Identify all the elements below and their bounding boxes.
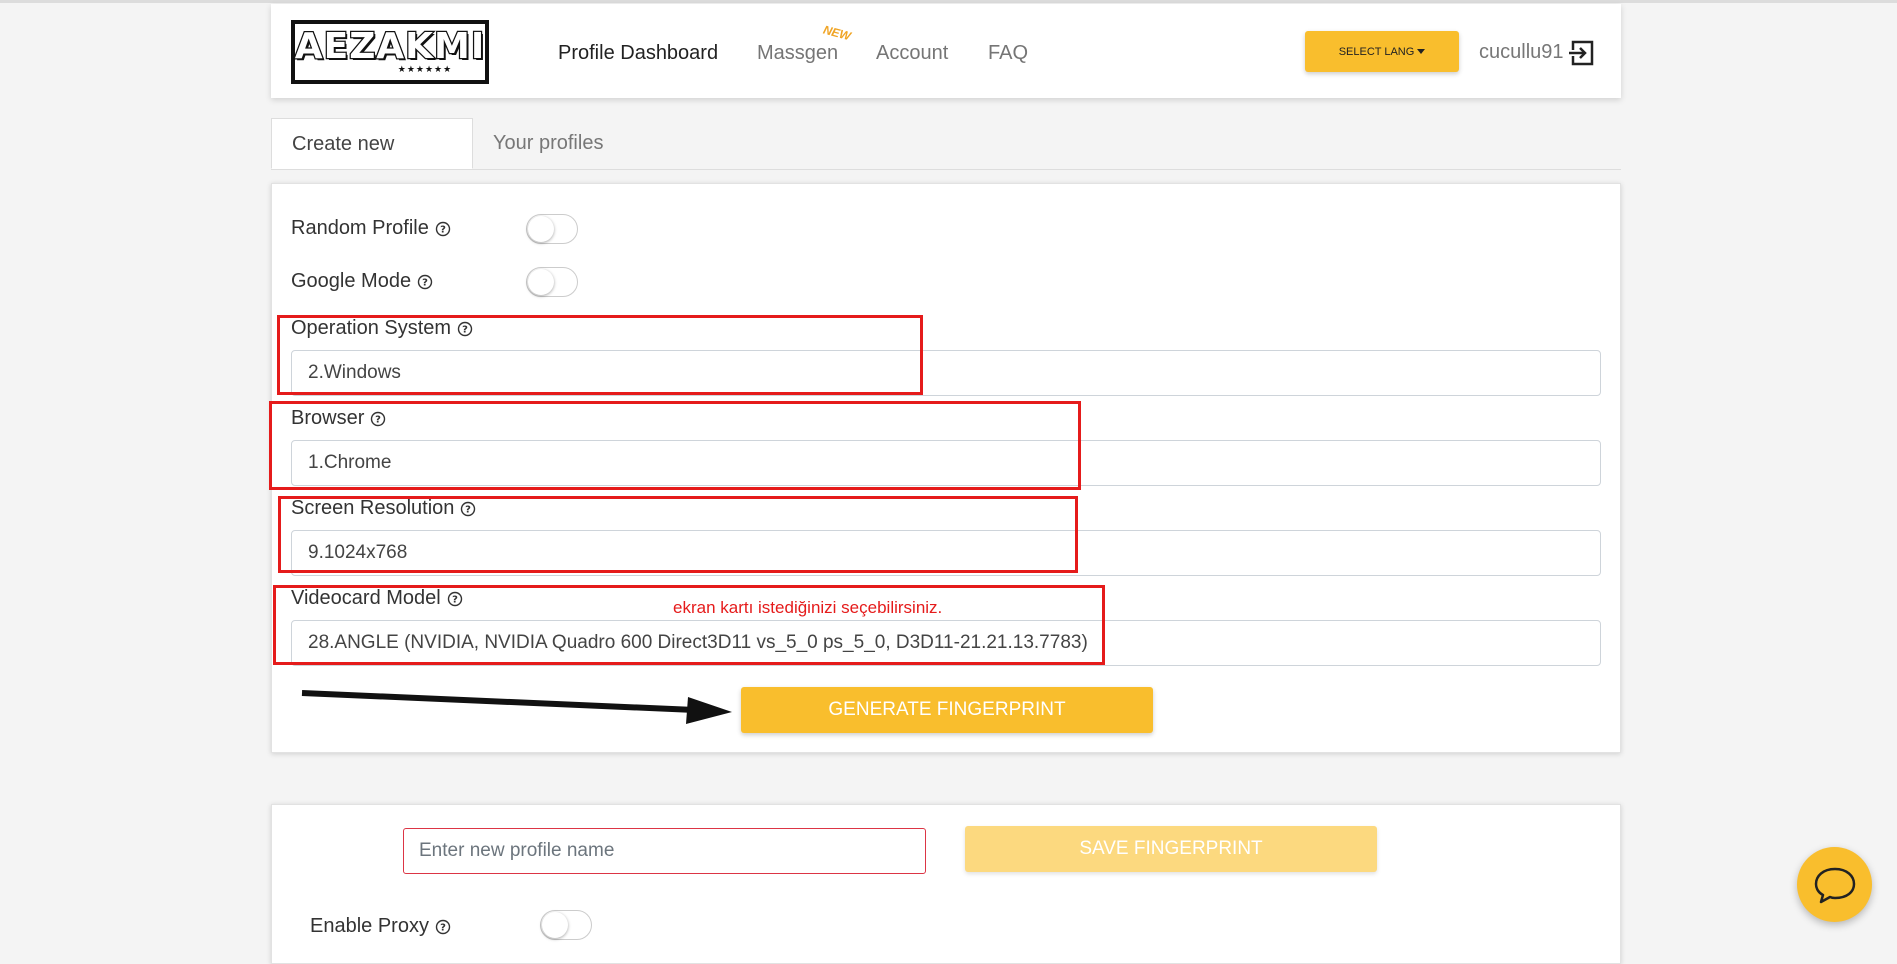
- google-mode-text: Google Mode: [291, 270, 412, 292]
- chat-bubble-icon: [1814, 867, 1855, 903]
- help-icon[interactable]: ?: [417, 274, 433, 290]
- browser-label: Browser ?: [291, 407, 386, 430]
- screen-resolution-label: Screen Resolution ?: [291, 497, 476, 520]
- help-icon[interactable]: ?: [435, 221, 451, 237]
- svg-text:?: ?: [440, 922, 446, 933]
- window-top-border: [0, 0, 1897, 3]
- logo-stars: ★★★★★★: [397, 64, 453, 74]
- save-profile-card: SAVE FINGERPRINT Enable Proxy ?: [271, 804, 1621, 964]
- svg-text:?: ?: [422, 277, 428, 288]
- screen-resolution-select[interactable]: 9.1024x768: [291, 530, 1601, 576]
- generate-fingerprint-button[interactable]: GENERATE FINGERPRINT: [741, 687, 1153, 733]
- toggle-knob: [528, 269, 554, 295]
- help-icon[interactable]: ?: [457, 321, 473, 337]
- help-icon[interactable]: ?: [460, 501, 476, 517]
- help-icon[interactable]: ?: [447, 591, 463, 607]
- logout-icon[interactable]: [1567, 39, 1595, 67]
- tab-your-profiles[interactable]: Your profiles: [473, 118, 623, 168]
- annotation-note: ekran kartı istediğinizi seçebilirsiniz.: [673, 598, 943, 617]
- operation-system-select[interactable]: 2.Windows: [291, 350, 1601, 396]
- svg-text:?: ?: [462, 324, 468, 335]
- videocard-model-select[interactable]: 28.ANGLE (NVIDIA, NVIDIA Quadro 600 Dire…: [291, 620, 1601, 666]
- tab-create-new-profile[interactable]: Create new profile: [271, 118, 473, 205]
- profile-name-input[interactable]: [403, 828, 926, 874]
- random-profile-text: Random Profile: [291, 217, 429, 239]
- enable-proxy-toggle[interactable]: [540, 910, 592, 940]
- videocard-model-text: Videocard Model: [291, 587, 441, 609]
- profile-tabs: Create new profile Your profiles: [271, 118, 1621, 205]
- username[interactable]: cucullu91: [1479, 41, 1564, 64]
- save-fingerprint-button[interactable]: SAVE FINGERPRINT: [965, 826, 1377, 872]
- browser-select[interactable]: 1.Chrome: [291, 440, 1601, 486]
- random-profile-toggle[interactable]: [526, 214, 578, 244]
- top-navbar: AEZAKMI ★★★★★★ Profile Dashboard Massgen…: [271, 4, 1621, 98]
- svg-text:?: ?: [452, 594, 458, 605]
- svg-text:?: ?: [375, 414, 381, 425]
- operation-system-label: Operation System ?: [291, 317, 473, 340]
- aezakmi-logo[interactable]: AEZAKMI ★★★★★★: [291, 20, 489, 84]
- enable-proxy-text: Enable Proxy: [310, 915, 429, 937]
- browser-text: Browser: [291, 407, 365, 429]
- random-profile-label: Random Profile ?: [291, 217, 451, 240]
- create-profile-card: Random Profile ? Google Mode ? Operation…: [271, 183, 1621, 753]
- screen-resolution-text: Screen Resolution: [291, 497, 455, 519]
- svg-text:?: ?: [466, 504, 472, 515]
- svg-text:?: ?: [440, 224, 446, 235]
- logo-text: AEZAKMI: [293, 26, 486, 67]
- caret-down-icon: [1417, 49, 1426, 54]
- toggle-knob: [542, 912, 568, 938]
- help-icon[interactable]: ?: [435, 919, 451, 935]
- toggle-knob: [528, 216, 554, 242]
- google-mode-toggle[interactable]: [526, 267, 578, 297]
- chat-button[interactable]: [1797, 847, 1872, 922]
- select-lang-label: SELECT LANG: [1338, 45, 1415, 58]
- nav-profile-dashboard[interactable]: Profile Dashboard: [558, 42, 718, 65]
- help-icon[interactable]: ?: [370, 411, 386, 427]
- operation-system-text: Operation System: [291, 317, 452, 339]
- videocard-model-label: Videocard Model ?: [291, 587, 463, 610]
- google-mode-label: Google Mode ?: [291, 270, 433, 293]
- select-lang-button[interactable]: SELECT LANG: [1305, 31, 1459, 72]
- new-badge: NEW: [821, 22, 853, 44]
- nav-massgen[interactable]: Massgen: [757, 42, 838, 65]
- enable-proxy-label: Enable Proxy ?: [310, 915, 451, 938]
- nav-account[interactable]: Account: [876, 42, 948, 65]
- nav-faq[interactable]: FAQ: [988, 42, 1028, 65]
